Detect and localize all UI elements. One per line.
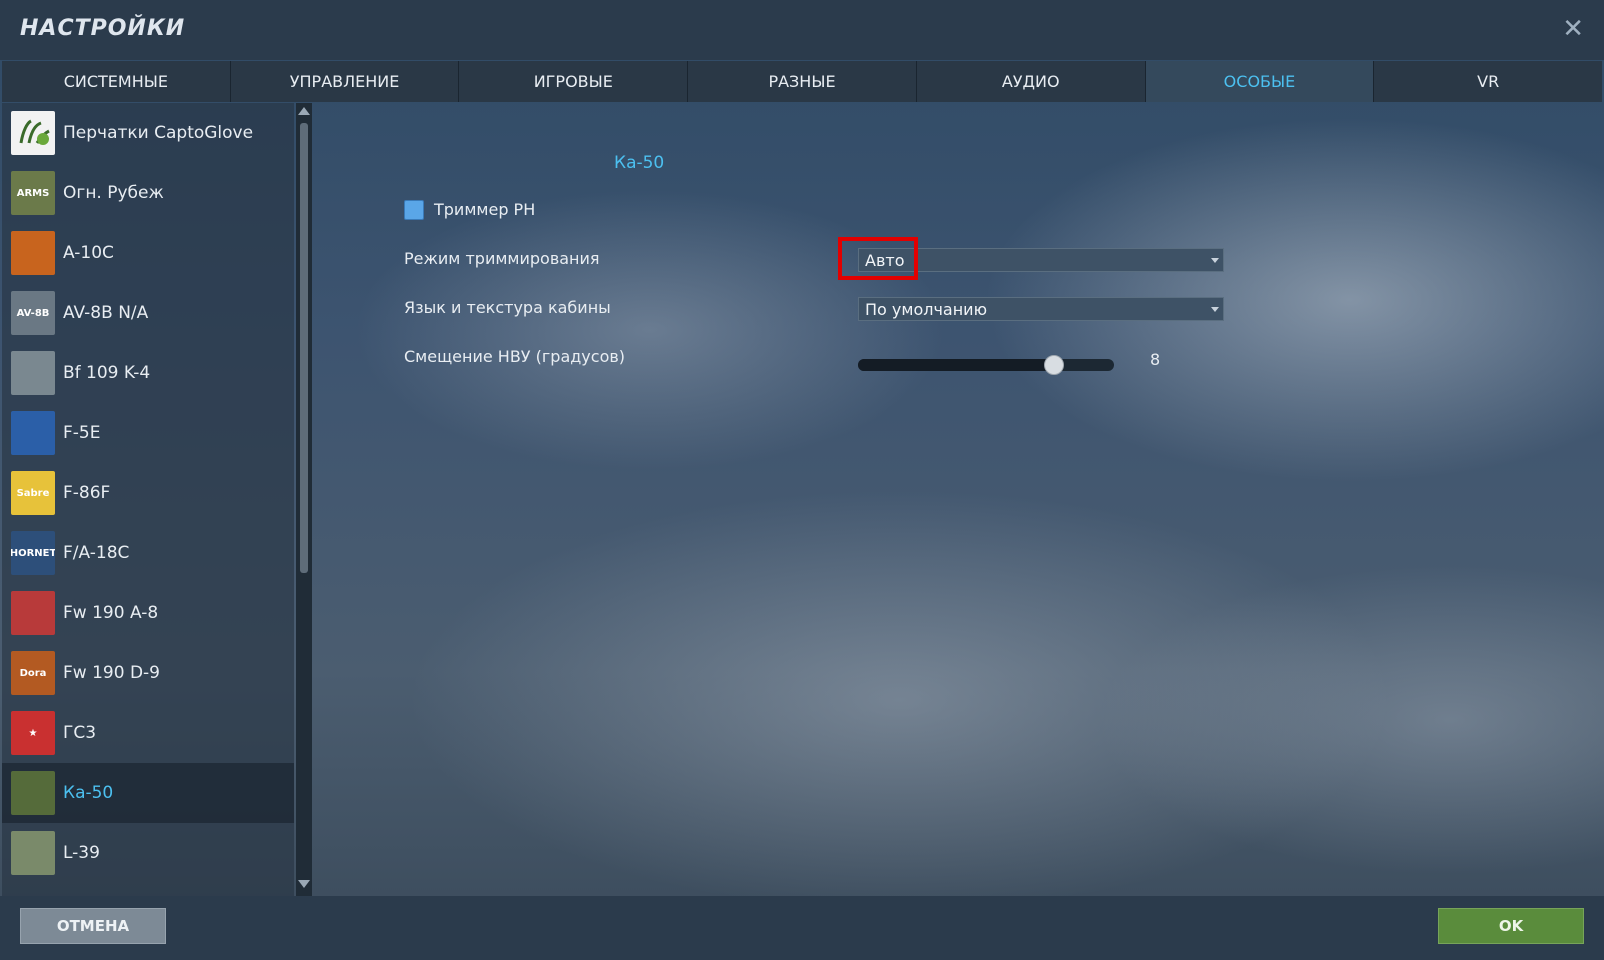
module-item-label: Bf 109 K-4 bbox=[63, 363, 151, 383]
module-item[interactable]: AV-8B AV-8B N/A bbox=[2, 283, 294, 343]
rudder-trimmer-label: Триммер РН bbox=[434, 200, 536, 219]
section-title: Ка-50 bbox=[614, 153, 665, 173]
module-item[interactable]: HORNET F/A-18C bbox=[2, 523, 294, 583]
module-item-label: L-39 bbox=[63, 843, 100, 863]
module-item[interactable]: Dora Fw 190 D-9 bbox=[2, 643, 294, 703]
scroll-down-arrow-icon[interactable] bbox=[298, 880, 310, 888]
module-item[interactable]: ★ ГС3 bbox=[2, 703, 294, 763]
cockpit-language-label: Язык и текстура кабины bbox=[404, 298, 611, 317]
hud-offset-slider[interactable] bbox=[858, 355, 1114, 375]
hud-offset-label: Смещение НВУ (градусов) bbox=[404, 347, 626, 366]
footer-bar: ОТМЕНА OK bbox=[0, 896, 1604, 960]
glove-icon bbox=[11, 111, 55, 155]
combined-arms-icon: ARMS bbox=[11, 171, 55, 215]
module-item[interactable]: Sabre F-86F bbox=[2, 463, 294, 523]
module-item[interactable]: ARMS Огн. Рубеж bbox=[2, 163, 294, 223]
module-item[interactable]: Bf 109 K-4 bbox=[2, 343, 294, 403]
highlight-box bbox=[838, 237, 918, 280]
slider-knob[interactable] bbox=[1043, 355, 1064, 375]
settings-window: НАСТРОЙКИ ✕ СИСТЕМНЫЕ УПРАВЛЕНИЕ ИГРОВЫЕ РА… bbox=[0, 0, 1604, 960]
fw190a8-icon bbox=[11, 591, 55, 635]
module-item[interactable]: Ка-50 bbox=[2, 763, 294, 823]
cockpit-language-value: По умолчанию bbox=[865, 300, 988, 319]
bf109-icon bbox=[11, 351, 55, 395]
ka50-icon bbox=[11, 771, 55, 815]
title-bar: НАСТРОЙКИ ✕ bbox=[0, 0, 1604, 60]
close-icon[interactable]: ✕ bbox=[1562, 14, 1584, 44]
tab-3[interactable]: РАЗНЫЕ bbox=[688, 61, 917, 102]
slider-track-fill bbox=[858, 359, 1053, 371]
tab-0[interactable]: СИСТЕМНЫЕ bbox=[2, 61, 231, 102]
module-item-label: Ка-50 bbox=[63, 783, 114, 803]
module-item[interactable]: F-5E bbox=[2, 403, 294, 463]
module-item-label: Перчатки CaptoGlove bbox=[63, 123, 254, 143]
module-item-label: F-86F bbox=[63, 483, 111, 503]
a10c-icon bbox=[11, 231, 55, 275]
tab-1[interactable]: УПРАВЛЕНИЕ bbox=[230, 61, 460, 102]
chevron-down-icon bbox=[1211, 307, 1219, 312]
module-item-label: F/A-18C bbox=[63, 543, 130, 563]
module-item-label: Fw 190 A-8 bbox=[63, 603, 159, 623]
tab-4[interactable]: АУДИО bbox=[916, 61, 1146, 102]
cockpit-language-dropdown[interactable]: По умолчанию bbox=[858, 297, 1224, 321]
tab-6[interactable]: VR bbox=[1374, 61, 1603, 102]
module-item[interactable]: L-39 bbox=[2, 823, 294, 883]
f5e-icon bbox=[11, 411, 55, 455]
gs3-icon: ★ bbox=[11, 711, 55, 755]
module-item-label: Fw 190 D-9 bbox=[63, 663, 160, 683]
rudder-trimmer-checkbox[interactable] bbox=[404, 200, 424, 220]
tab-bar: СИСТЕМНЫЕ УПРАВЛЕНИЕ ИГРОВЫЕ РАЗНЫЕ АУДИО ОСО… bbox=[2, 61, 1603, 102]
sidebar-scrollbar[interactable] bbox=[296, 103, 312, 896]
scroll-thumb[interactable] bbox=[300, 123, 308, 573]
module-item-label: AV-8B N/A bbox=[63, 303, 149, 323]
scroll-up-arrow-icon[interactable] bbox=[298, 107, 310, 115]
module-item-label: A-10C bbox=[63, 243, 114, 263]
fa18c-icon: HORNET bbox=[11, 531, 55, 575]
chevron-down-icon bbox=[1211, 258, 1219, 263]
cancel-button[interactable]: ОТМЕНА bbox=[20, 908, 166, 944]
ok-button[interactable]: OK bbox=[1438, 908, 1584, 944]
window-title: НАСТРОЙКИ bbox=[20, 16, 186, 41]
tab-2[interactable]: ИГРОВЫЕ bbox=[459, 61, 689, 102]
module-item-label: F-5E bbox=[63, 423, 101, 443]
trim-mode-label: Режим триммирования bbox=[404, 249, 600, 268]
hud-offset-value: 8 bbox=[1150, 350, 1161, 369]
module-item[interactable]: Перчатки CaptoGlove bbox=[2, 103, 294, 163]
fw190d9-icon: Dora bbox=[11, 651, 55, 695]
module-item[interactable]: A-10C bbox=[2, 223, 294, 283]
tab-5[interactable]: ОСОБЫЕ bbox=[1145, 61, 1375, 102]
module-item[interactable]: Fw 190 A-8 bbox=[2, 583, 294, 643]
module-item-label: Огн. Рубеж bbox=[63, 183, 164, 203]
l39-icon bbox=[11, 831, 55, 875]
f86f-icon: Sabre bbox=[11, 471, 55, 515]
settings-panel: Ка-50 Триммер РН Режим триммирования Авт… bbox=[312, 103, 1602, 896]
av8b-icon: AV-8B bbox=[11, 291, 55, 335]
module-item-label: ГС3 bbox=[63, 723, 97, 743]
module-list: Перчатки CaptoGlove ARMS Огн. Рубеж A-10C AV… bbox=[2, 103, 294, 896]
